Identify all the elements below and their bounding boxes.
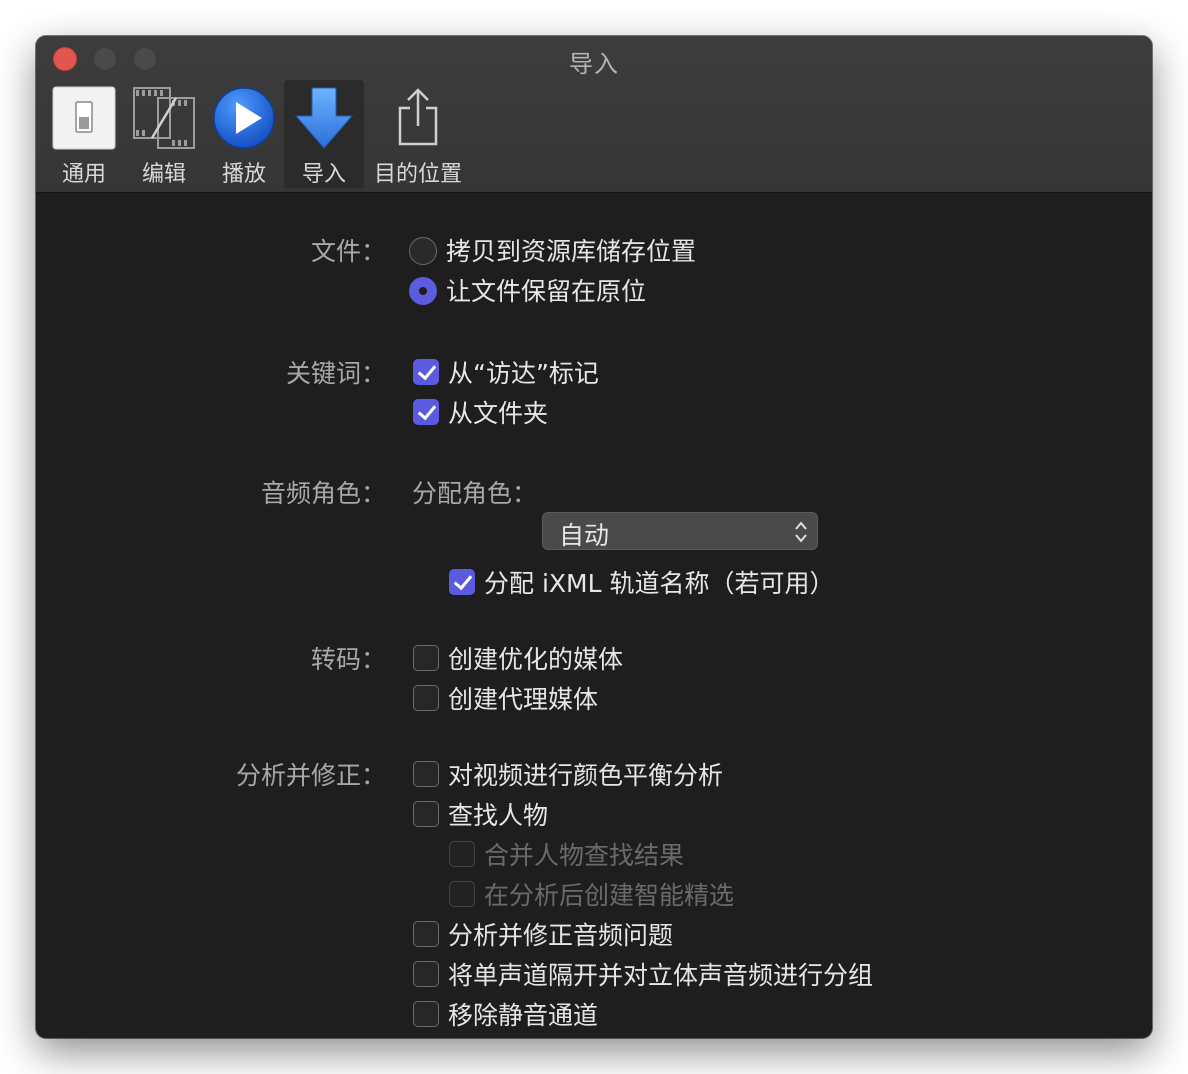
tab-general[interactable]: 通用 [48,80,120,188]
files-label: 文件： [310,237,386,266]
copy-to-library-label[interactable]: 拷贝到资源库储存位置 [446,232,696,268]
updown-chevron-icon [793,519,809,545]
tab-playback[interactable]: 播放 [208,80,280,188]
assign-roles-value: 自动 [559,521,610,550]
tab-destinations[interactable]: 目的位置 [370,80,466,188]
proxy-media-label[interactable]: 创建代理媒体 [448,680,598,716]
keywords-folders-checkbox[interactable] [413,399,439,425]
tab-general-label: 通用 [61,162,106,187]
import-settings-panel: 文件： 拷贝到资源库储存位置 让文件保留在原位 关键词： 从“访达”标记 从文件… [36,193,1152,1038]
assign-ixml-label[interactable]: 分配 iXML 轨道名称（若可用） [484,564,834,600]
copy-to-library-radio[interactable] [409,237,437,265]
play-icon [212,86,276,150]
keywords-label: 关键词： [285,359,386,388]
switch-icon [52,86,116,150]
find-people-checkbox[interactable] [413,801,439,827]
audio-problems-label[interactable]: 分析并修正音频问题 [448,916,673,952]
optimized-media-label[interactable]: 创建优化的媒体 [448,640,623,676]
tab-import-label: 导入 [301,162,346,187]
smart-collections-checkbox [449,881,475,907]
optimized-media-checkbox[interactable] [413,645,439,671]
share-icon [386,86,450,150]
tab-import[interactable]: 导入 [284,80,364,188]
import-preferences-window: 导入 通用 编辑 播放 导入 目的位置 文件： 拷贝到资源库储存位置 让文件保留… [36,36,1152,1038]
assign-ixml-checkbox[interactable] [449,569,475,595]
analyze-fix-label: 分析并修正： [235,761,386,790]
tab-editing-label: 编辑 [141,162,186,187]
separate-mono-checkbox[interactable] [413,961,439,987]
consolidate-people-checkbox [449,841,475,867]
remove-silent-channels-checkbox[interactable] [413,1001,439,1027]
keywords-finder-tags-label[interactable]: 从“访达”标记 [448,354,599,390]
color-balance-label[interactable]: 对视频进行颜色平衡分析 [448,756,723,792]
film-edit-icon [132,86,196,150]
leave-in-place-label[interactable]: 让文件保留在原位 [446,272,646,308]
proxy-media-checkbox[interactable] [413,685,439,711]
keywords-folders-label[interactable]: 从文件夹 [448,394,548,430]
tab-destinations-label: 目的位置 [373,162,462,187]
consolidate-people-label: 合并人物查找结果 [484,841,685,870]
leave-in-place-radio[interactable] [409,277,437,305]
assign-roles-label: 分配角色： [412,479,538,508]
tab-playback-label: 播放 [221,162,266,187]
assign-roles-popup[interactable]: 自动 [542,512,818,550]
keywords-finder-tags-checkbox[interactable] [413,359,439,385]
color-balance-checkbox[interactable] [413,761,439,787]
audio-roles-label: 音频角色： [260,479,386,508]
separate-mono-label[interactable]: 将单声道隔开并对立体声音频进行分组 [448,956,873,992]
import-arrow-icon [292,86,356,150]
audio-problems-checkbox[interactable] [413,921,439,947]
remove-silent-channels-label[interactable]: 移除静音通道 [448,996,598,1032]
smart-collections-label: 在分析后创建智能精选 [484,881,735,910]
find-people-label[interactable]: 查找人物 [448,796,548,832]
title-bar: 导入 通用 编辑 播放 导入 目的位置 [36,36,1152,193]
transcode-label: 转码： [310,645,386,674]
window-title: 导入 [569,50,619,78]
tab-editing[interactable]: 编辑 [128,80,200,188]
